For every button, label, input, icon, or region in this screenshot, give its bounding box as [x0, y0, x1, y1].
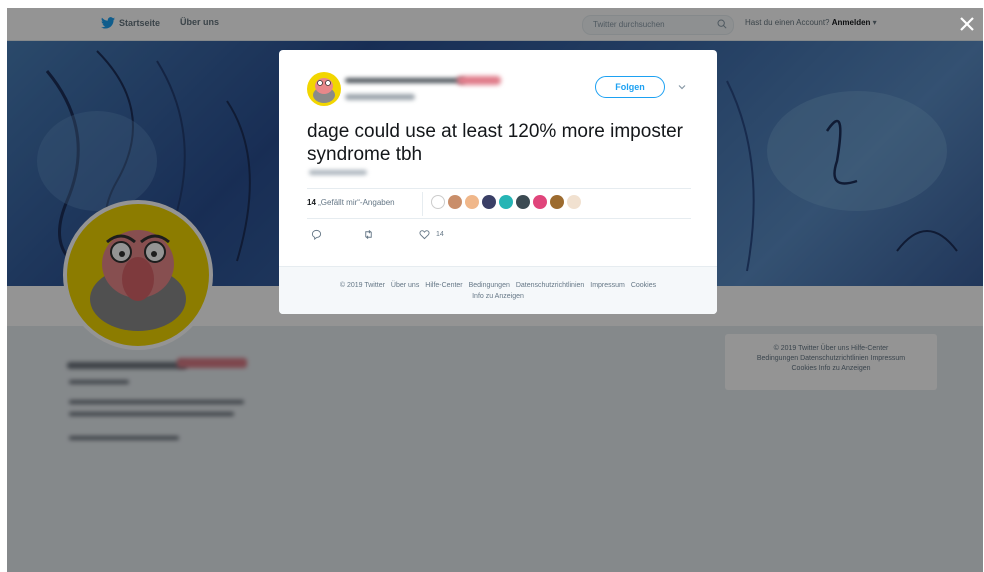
tweet-author-handle[interactable] — [345, 94, 415, 100]
tweet-author-avatar[interactable] — [307, 72, 341, 106]
likers-avatars — [431, 195, 581, 209]
liker-avatar[interactable] — [482, 195, 496, 209]
retweet-icon — [365, 230, 372, 239]
like-action[interactable]: 14 — [419, 229, 444, 240]
tweet-author-name[interactable] — [345, 76, 505, 85]
page-frame: Startseite Über uns Twitter durchsuchen … — [7, 8, 983, 572]
liker-avatar[interactable] — [465, 195, 479, 209]
heart-icon — [419, 230, 430, 240]
divider — [422, 192, 423, 216]
reply-action[interactable] — [311, 229, 322, 240]
liker-avatar[interactable] — [448, 195, 462, 209]
divider — [307, 188, 691, 189]
likes-label: „Gefällt mir“-Angaben — [318, 198, 395, 207]
avatar-cartoon — [313, 78, 335, 103]
divider — [307, 218, 691, 219]
footer-link[interactable]: Hilfe-Center — [425, 282, 462, 289]
liker-avatar[interactable] — [431, 195, 445, 209]
footer-link[interactable]: Bedingungen — [469, 282, 510, 289]
tweet-modal: Folgen dage could use at least 120% more… — [279, 50, 717, 314]
footer-link[interactable]: © 2019 Twitter — [340, 282, 385, 289]
liker-avatar[interactable] — [499, 195, 513, 209]
close-icon[interactable] — [957, 14, 977, 34]
like-count: 14 — [436, 231, 444, 238]
footer-link[interactable]: Über uns — [391, 282, 419, 289]
reply-icon — [311, 229, 322, 240]
liker-avatar[interactable] — [533, 195, 547, 209]
retweet-action[interactable] — [363, 229, 374, 240]
tweet-timestamp[interactable] — [309, 170, 367, 175]
liker-avatar[interactable] — [567, 195, 581, 209]
likes-summary[interactable]: 14 „Gefällt mir“-Angaben — [307, 198, 395, 207]
follow-button[interactable]: Folgen — [595, 76, 665, 98]
chevron-down-icon[interactable] — [677, 82, 687, 92]
modal-footer: © 2019 Twitter Über uns Hilfe-Center Bed… — [279, 266, 717, 314]
footer-link[interactable]: Cookies — [631, 282, 656, 289]
footer-link[interactable]: Impressum — [590, 282, 625, 289]
liker-avatar[interactable] — [550, 195, 564, 209]
likes-count: 14 — [307, 198, 316, 207]
liker-avatar[interactable] — [516, 195, 530, 209]
footer-link[interactable]: Datenschutzrichtlinien — [516, 282, 584, 289]
footer-link[interactable]: Info zu Anzeigen — [472, 293, 524, 300]
tweet-text: dage could use at least 120% more impost… — [307, 121, 683, 165]
